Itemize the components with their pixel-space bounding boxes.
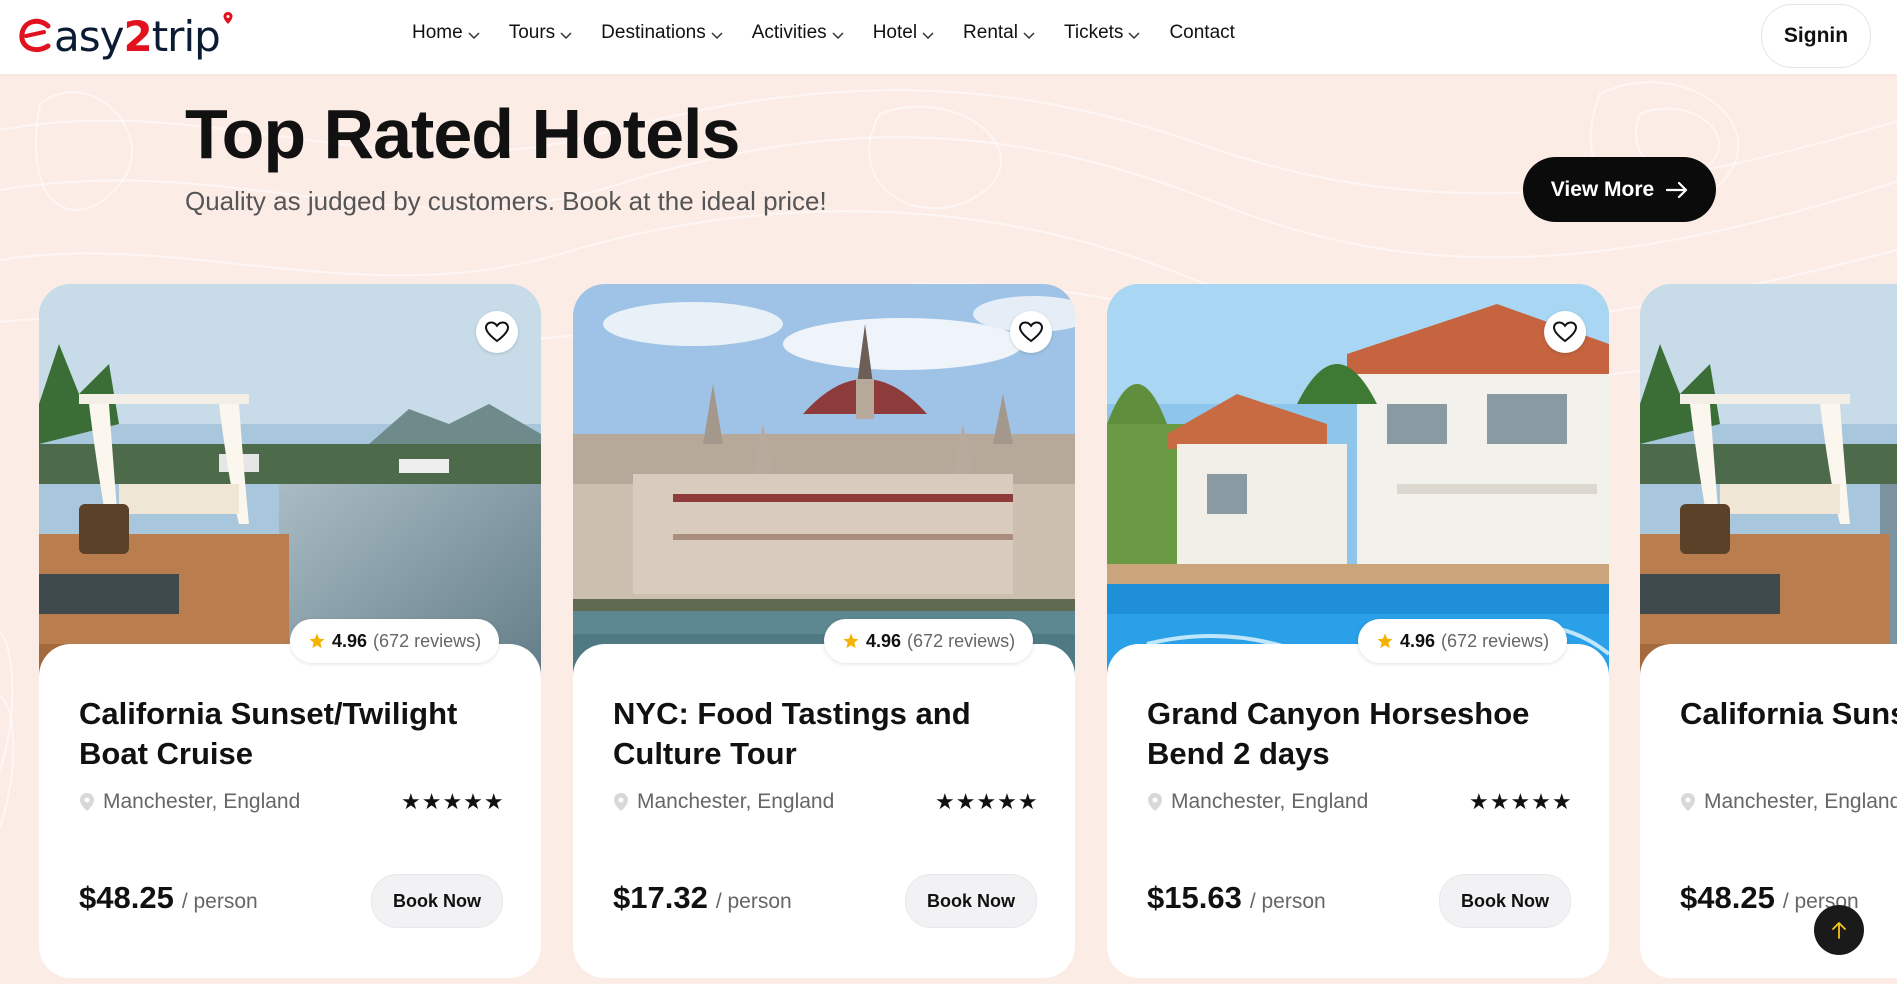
hotel-image-rooftop-cabana-pool[interactable] bbox=[1640, 284, 1897, 694]
heart-icon bbox=[1553, 321, 1577, 343]
rating-badge: 4.96 (672 reviews) bbox=[290, 619, 500, 663]
chevron-down-icon bbox=[922, 32, 934, 40]
price-unit: / person bbox=[1249, 890, 1326, 913]
card-location: Manchester, England bbox=[1147, 790, 1368, 814]
book-now-button[interactable]: Book Now bbox=[1439, 874, 1571, 928]
card-title[interactable]: NYC: Food Tastings and Culture Tour bbox=[613, 694, 1053, 774]
card-location: Manchester, England bbox=[79, 790, 300, 814]
location-pin-icon bbox=[80, 793, 94, 811]
price-amount: $15.63 bbox=[1147, 880, 1242, 915]
signin-button[interactable]: Signin bbox=[1761, 4, 1871, 68]
star-icon bbox=[843, 633, 859, 649]
nav-label: Home bbox=[412, 22, 463, 43]
view-more-label: View More bbox=[1550, 177, 1655, 201]
logo-text-3: trip bbox=[151, 11, 221, 61]
rating-badge: 4.96 (672 reviews) bbox=[1358, 619, 1568, 663]
review-count: (672 reviews) bbox=[373, 630, 482, 651]
location-text: Manchester, England bbox=[637, 790, 835, 813]
nav-label: Activities bbox=[751, 22, 827, 43]
location-text: Manchester, England bbox=[103, 790, 301, 813]
rating-score: 4.96 bbox=[1400, 630, 1436, 651]
card-price: $48.25 / person bbox=[79, 880, 258, 916]
chevron-down-icon bbox=[711, 32, 723, 40]
review-count: (672 reviews) bbox=[907, 630, 1016, 651]
view-more-button[interactable]: View More bbox=[1523, 157, 1716, 222]
card-title[interactable]: California Sunset/Twilight Boat Cruise bbox=[79, 694, 519, 774]
chevron-down-icon bbox=[560, 32, 572, 40]
nav-label: Destinations bbox=[601, 22, 706, 43]
card-price: $17.32 / person bbox=[613, 880, 792, 916]
site-header: asy2trip Home Tours Destinations Activit… bbox=[0, 0, 1897, 74]
star-rating: ★★★★★ bbox=[935, 789, 1039, 814]
logo-e-swoosh-icon bbox=[19, 18, 51, 52]
chevron-down-icon bbox=[468, 32, 480, 40]
card-title-text: California Sunset/Twilight Boat Cruise bbox=[1680, 696, 1897, 731]
nav-label: Hotel bbox=[872, 22, 918, 43]
main-nav: Home Tours Destinations Activities Hotel… bbox=[412, 22, 1263, 44]
nav-item-destinations[interactable]: Destinations bbox=[601, 22, 724, 44]
arrow-right-icon bbox=[1666, 181, 1688, 198]
nav-item-activities[interactable]: Activities bbox=[752, 22, 845, 44]
star-rating: ★★★★★ bbox=[401, 789, 505, 814]
logo[interactable]: asy2trip bbox=[18, 8, 233, 64]
heart-icon bbox=[1019, 321, 1043, 343]
logo-text-2: 2 bbox=[123, 11, 152, 61]
hotel-card[interactable]: 4.96 (672 reviews) California Sunset/Twi… bbox=[39, 284, 541, 978]
section-title: Top Rated Hotels bbox=[185, 95, 740, 173]
nav-item-home[interactable]: Home bbox=[412, 22, 481, 44]
logo-text: asy2trip bbox=[54, 11, 221, 61]
price-amount: $17.32 bbox=[613, 880, 708, 915]
price-unit: / person bbox=[181, 890, 258, 913]
card-location: Manchester, England bbox=[613, 790, 834, 814]
card-title[interactable]: California Sunset/Twilight Boat Cruise bbox=[1680, 694, 1897, 734]
nav-label: Tickets bbox=[1063, 22, 1124, 43]
logo-text-1: asy bbox=[54, 11, 124, 61]
nav-label: Tours bbox=[508, 22, 556, 43]
hotel-card[interactable]: 4.96 (672 reviews) NYC: Food Tastings an… bbox=[573, 284, 1075, 978]
favorite-button[interactable] bbox=[1010, 311, 1052, 353]
star-rating: ★★★★★ bbox=[1469, 789, 1573, 814]
star-icon bbox=[309, 633, 325, 649]
location-pin-icon bbox=[1681, 793, 1695, 811]
nav-label: Rental bbox=[963, 22, 1018, 43]
chevron-down-icon bbox=[1023, 32, 1035, 40]
rating-score: 4.96 bbox=[332, 630, 368, 651]
nav-item-tickets[interactable]: Tickets bbox=[1064, 22, 1141, 44]
favorite-button[interactable] bbox=[476, 311, 518, 353]
nav-label: Contact bbox=[1169, 22, 1235, 43]
price-unit: / person bbox=[715, 890, 792, 913]
favorite-button[interactable] bbox=[1544, 311, 1586, 353]
nav-item-rental[interactable]: Rental bbox=[963, 22, 1036, 44]
star-icon bbox=[1377, 633, 1393, 649]
nav-item-hotel[interactable]: Hotel bbox=[873, 22, 935, 44]
nav-item-contact[interactable]: Contact bbox=[1169, 22, 1234, 44]
card-location: Manchester, England bbox=[1680, 790, 1897, 814]
review-count: (672 reviews) bbox=[1441, 630, 1550, 651]
section-subtitle: Quality as judged by customers. Book at … bbox=[185, 186, 827, 216]
book-now-button[interactable]: Book Now bbox=[371, 874, 503, 928]
location-text: Manchester, England bbox=[1704, 790, 1897, 813]
rating-score: 4.96 bbox=[866, 630, 902, 651]
nav-item-tours[interactable]: Tours bbox=[509, 22, 573, 44]
price-amount: $48.25 bbox=[79, 880, 174, 915]
logo-pin-icon bbox=[223, 12, 233, 24]
hotel-card[interactable]: 4.96 (672 reviews) Grand Canyon Horsesho… bbox=[1107, 284, 1609, 978]
card-price: $15.63 / person bbox=[1147, 880, 1326, 916]
location-pin-icon bbox=[614, 793, 628, 811]
book-now-button[interactable]: Book Now bbox=[905, 874, 1037, 928]
arrow-up-icon bbox=[1832, 922, 1846, 939]
location-pin-icon bbox=[1148, 793, 1162, 811]
price-amount: $48.25 bbox=[1680, 880, 1775, 915]
chevron-down-icon bbox=[1128, 32, 1140, 40]
location-text: Manchester, England bbox=[1171, 790, 1369, 813]
hotel-card[interactable]: California Sunset/Twilight Boat Cruise M… bbox=[1640, 284, 1897, 978]
card-title[interactable]: Grand Canyon Horseshoe Bend 2 days bbox=[1147, 694, 1587, 774]
back-to-top-button[interactable] bbox=[1814, 905, 1864, 955]
heart-icon bbox=[485, 321, 509, 343]
rating-badge: 4.96 (672 reviews) bbox=[824, 619, 1034, 663]
chevron-down-icon bbox=[832, 32, 844, 40]
